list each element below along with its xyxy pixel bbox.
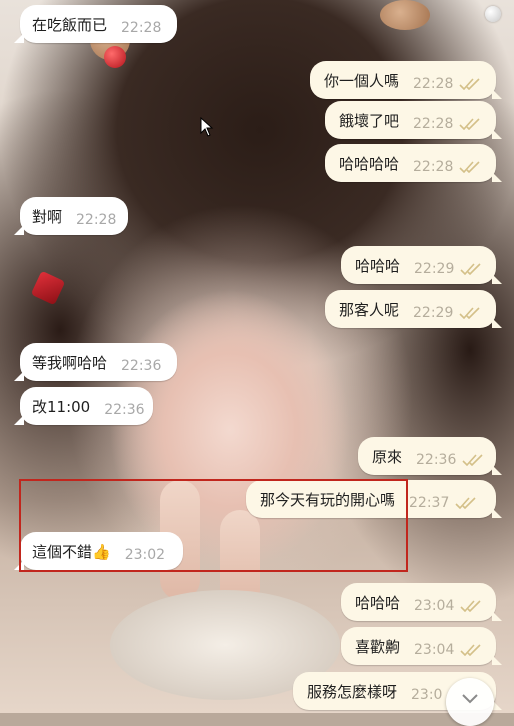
message-outgoing[interactable]: 喜歡齁 23:04 (341, 627, 502, 665)
message-time: 22:37 (409, 495, 450, 511)
message-text: 哈哈哈 (355, 256, 401, 275)
message-text: 餓壞了吧 (339, 111, 400, 130)
scrollbar-thumb[interactable] (485, 6, 501, 22)
message-text: 等我啊哈哈 (32, 353, 108, 372)
chevron-down-icon (462, 694, 478, 704)
scroll-to-bottom-button[interactable] (446, 678, 494, 726)
double-check-icon (460, 644, 482, 656)
message-time: 22:36 (416, 452, 457, 468)
message-text: 改11:00 (32, 397, 91, 416)
message-outgoing[interactable]: 哈哈哈哈 22:28 (325, 144, 502, 182)
message-time: 22:28 (413, 116, 454, 132)
message-time: 22:29 (414, 261, 455, 277)
message-time: 22:29 (413, 305, 454, 321)
message-outgoing[interactable]: 那客人呢 22:29 (325, 290, 502, 328)
message-time: 22:28 (76, 212, 117, 228)
double-check-icon (460, 600, 482, 612)
message-time: 22:28 (413, 76, 454, 92)
message-time: 23:0 (411, 687, 443, 703)
message-text: 哈哈哈哈 (339, 154, 400, 173)
message-incoming[interactable]: 對啊 22:28 (14, 197, 128, 235)
message-text: 原來 (372, 447, 403, 466)
message-time: 23:04 (414, 642, 455, 658)
highlight-annotation-box (19, 479, 408, 572)
double-check-icon (459, 118, 481, 130)
berry-ornament (104, 46, 126, 68)
double-check-icon (459, 78, 481, 90)
message-time: 23:04 (414, 598, 455, 614)
message-incoming[interactable]: 改11:00 22:36 (14, 387, 153, 425)
message-outgoing[interactable]: 餓壞了吧 22:28 (325, 101, 502, 139)
antler-ornament (380, 0, 430, 30)
mouse-pointer-icon (200, 117, 214, 137)
message-incoming[interactable]: 在吃飯而已 22:28 (14, 5, 177, 43)
double-check-icon (462, 454, 484, 466)
message-text: 服務怎麼樣呀 (307, 682, 398, 701)
message-time: 22:28 (121, 20, 162, 36)
double-check-icon (459, 161, 481, 173)
message-time: 22:28 (413, 159, 454, 175)
double-check-icon (459, 307, 481, 319)
message-text: 在吃飯而已 (32, 15, 108, 34)
message-outgoing[interactable]: 哈哈哈 22:29 (341, 246, 502, 284)
double-check-icon (460, 263, 482, 275)
message-time: 22:36 (104, 402, 145, 418)
message-incoming[interactable]: 等我啊哈哈 22:36 (14, 343, 177, 381)
message-text: 你一個人嗎 (324, 71, 400, 90)
message-outgoing[interactable]: 你一個人嗎 22:28 (310, 61, 502, 99)
message-outgoing[interactable]: 哈哈哈 23:04 (341, 583, 502, 621)
message-text: 哈哈哈 (355, 593, 401, 612)
message-text: 那客人呢 (339, 300, 400, 319)
double-check-icon (455, 497, 477, 509)
message-text: 對啊 (32, 207, 63, 226)
message-time: 22:36 (121, 358, 162, 374)
message-text: 喜歡齁 (355, 637, 401, 656)
message-outgoing[interactable]: 原來 22:36 (358, 437, 502, 475)
bow-ornament (30, 270, 66, 306)
